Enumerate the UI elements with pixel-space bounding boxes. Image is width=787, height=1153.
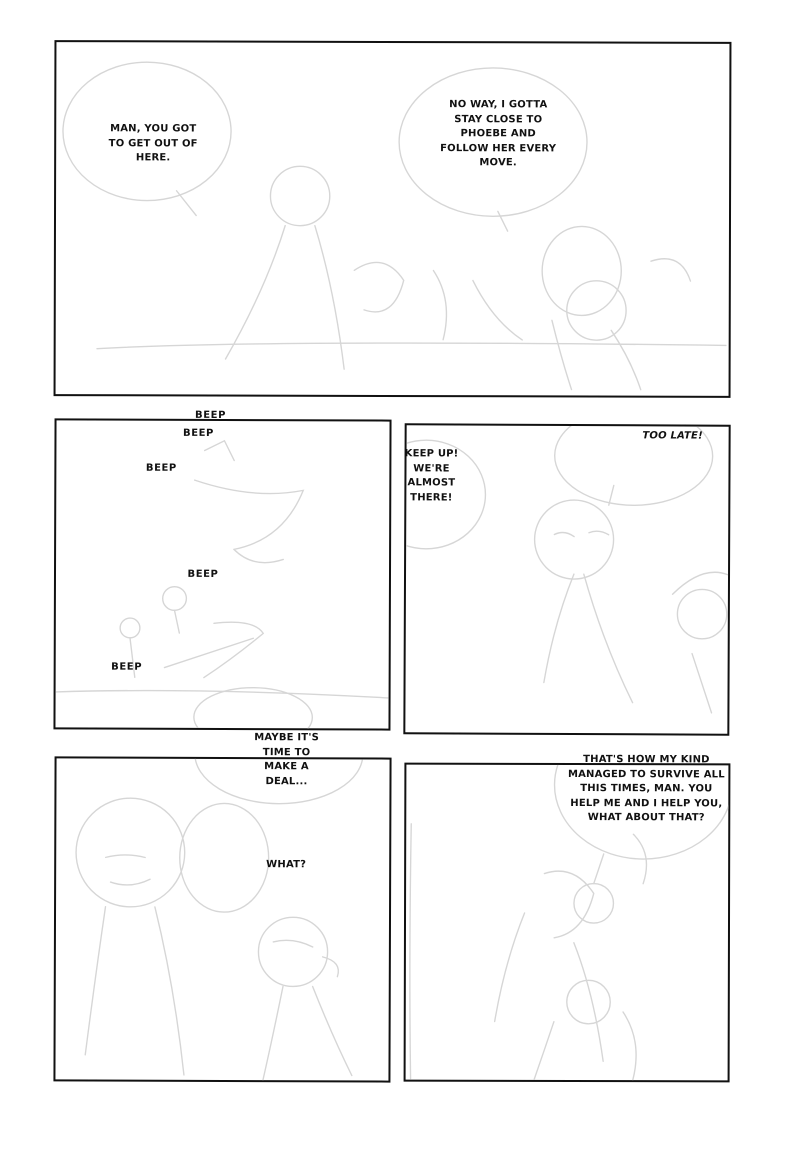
panel-1-sketch	[62, 61, 727, 391]
sfx-beep-2: BEEP	[182, 427, 215, 439]
panel-5: THAT'S HOW MY KIND MANAGED TO SURVIVE AL…	[403, 754, 731, 1083]
sfx-beep-4: BEEP	[187, 568, 219, 580]
shout-too-late: TOO LATE!	[642, 430, 703, 442]
speech-balloon-keep-up: KEEP UP! WE'RE ALMOST THERE!	[404, 448, 459, 503]
sfx-beep-5: BEEP	[111, 661, 143, 673]
speech-balloon-left: MAN, YOU GOT TO GET OUT OF HERE.	[108, 123, 198, 164]
comic-page: MAN, YOU GOT TO GET OUT OF HERE. NO WAY,…	[0, 0, 787, 1153]
speech-balloon-what: WHAT?	[266, 859, 307, 871]
speech-balloon-right: NO WAY, I GOTTA STAY CLOSE TO PHOEBE AND…	[440, 99, 557, 169]
panel-2: BEEP BEEP BEEP BEEP BEEP	[53, 410, 392, 731]
sfx-beep-3: BEEP	[145, 462, 177, 474]
panel-1: MAN, YOU GOT TO GET OUT OF HERE. NO WAY,…	[53, 40, 732, 398]
panel-4: MAYBE IT'S TIME TO MAKE A DEAL... WHAT?	[53, 732, 392, 1083]
speech-balloon-survive: THAT'S HOW MY KIND MANAGED TO SURVIVE AL…	[567, 754, 725, 824]
sfx-beep-1: BEEP	[195, 409, 227, 422]
panel-4-sketch	[75, 758, 364, 1081]
panel-3: KEEP UP! WE'RE ALMOST THERE! TOO LATE!	[403, 423, 731, 736]
speech-balloon-make-deal: MAYBE IT'S TIME TO MAKE A DEAL...	[254, 732, 320, 787]
